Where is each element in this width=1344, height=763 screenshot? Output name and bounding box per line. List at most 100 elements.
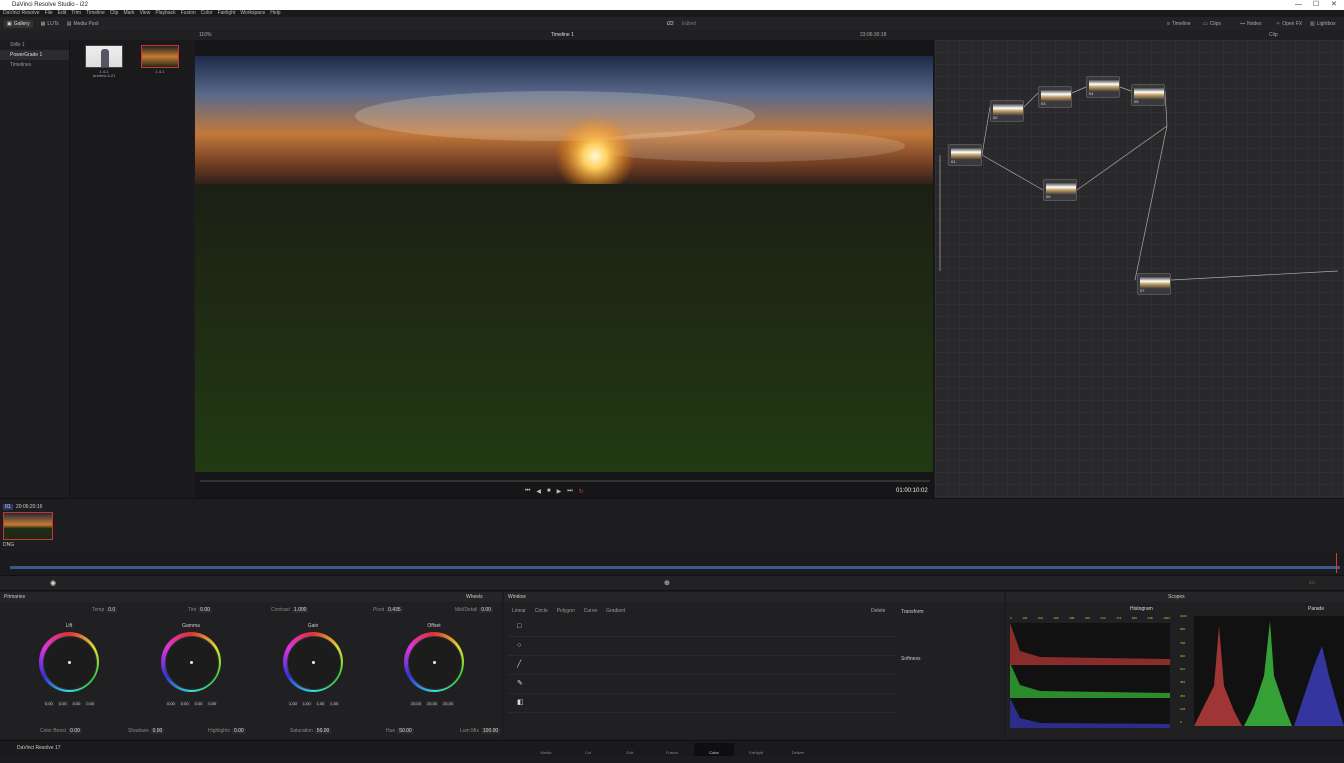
mini-timeline[interactable] (0, 551, 1344, 575)
media-pool-button[interactable]: ▤ Media Pool (67, 21, 99, 27)
menu-item[interactable]: Playback (155, 10, 175, 17)
hue-param[interactable]: Hue 50.00 (386, 728, 414, 734)
still-thumbnail[interactable] (141, 45, 179, 68)
scope-mode-histogram[interactable]: Histogram (1130, 606, 1153, 612)
gamma-g[interactable]: 0.00 (193, 701, 204, 706)
delete-button[interactable]: Delete (871, 608, 885, 614)
hue-value[interactable]: 50.00 (397, 728, 414, 734)
highlights-param[interactable]: Highlights 0.00 (208, 728, 246, 734)
node-03[interactable]: 03 (1038, 86, 1072, 108)
gain-puck[interactable] (312, 661, 315, 664)
gamma-y[interactable]: 0.00 (166, 701, 176, 706)
offset-puck[interactable] (433, 661, 436, 664)
tab-gradient[interactable]: Gradient (606, 608, 625, 614)
window-row-circle[interactable]: ○ (508, 637, 898, 656)
colorboost-value[interactable]: 0.00 (68, 728, 82, 734)
gamma-puck[interactable] (190, 661, 193, 664)
gain-g[interactable]: 1.00 (315, 701, 326, 706)
loop-icon[interactable]: ↻ (579, 488, 584, 495)
open-fx-button[interactable]: ✧ Open FX (1276, 21, 1302, 27)
node-02[interactable]: 02 (990, 100, 1024, 122)
timeline-button[interactable]: ≡ Timeline (1167, 21, 1191, 27)
colorboost-param[interactable]: Color Boost 0.00 (40, 728, 82, 734)
pivot-param[interactable]: Pivot 0.435 (373, 607, 403, 613)
lift-puck[interactable] (68, 661, 71, 664)
maximize-icon[interactable]: ☐ (1313, 0, 1319, 10)
skip-back-icon[interactable]: ⏮ (525, 488, 530, 495)
tint-value[interactable]: 0.00 (198, 607, 212, 613)
menu-item[interactable]: File (45, 10, 53, 17)
menu-item[interactable]: Timeline (86, 10, 105, 17)
offset-r[interactable]: 25.00 (410, 701, 423, 706)
shadows-param[interactable]: Shadows 0.00 (128, 728, 165, 734)
gain-y[interactable]: 1.00 (288, 701, 298, 706)
node-06[interactable]: 06 (1043, 179, 1077, 201)
luts-button[interactable]: ▦ LUTs (41, 21, 59, 27)
tab-circle[interactable]: Circle (535, 608, 548, 614)
menu-item[interactable]: Trim (71, 10, 81, 17)
menu-item[interactable]: Clip (110, 10, 119, 17)
stop-icon[interactable]: ■ (547, 488, 551, 495)
pivot-value[interactable]: 0.435 (386, 607, 403, 613)
lift-wheel[interactable] (39, 632, 99, 692)
lift-r[interactable]: 0.00 (57, 701, 68, 706)
highlights-value[interactable]: 0.00 (231, 728, 246, 734)
gamma-b[interactable]: 0.00 (207, 701, 218, 706)
page-deliver[interactable]: Deliver (778, 743, 818, 756)
page-fusion[interactable]: Fusion (652, 743, 692, 756)
saturation-param[interactable]: Saturation 50.00 (290, 728, 332, 734)
sidebar-item-stills[interactable]: Stills 1 (0, 40, 69, 50)
play-reverse-icon[interactable]: ◀ (536, 488, 541, 495)
page-edit[interactable]: Edit (610, 743, 650, 756)
gain-b[interactable]: 1.00 (329, 701, 340, 706)
still-thumbnail[interactable] (85, 45, 123, 68)
timeline-name[interactable]: Timeline 1 (551, 30, 574, 40)
node-01[interactable]: 01 (948, 144, 982, 166)
page-cut[interactable]: Cut (568, 743, 608, 756)
viewer-scrubber[interactable] (200, 480, 930, 482)
window-tool-icon[interactable]: ⊕ (664, 579, 670, 587)
gamma-r[interactable]: 0.00 (179, 701, 190, 706)
clips-button[interactable]: ▭ Clips (1203, 21, 1221, 27)
node-05[interactable]: 05 (1131, 84, 1165, 106)
playhead[interactable] (1336, 553, 1337, 573)
menu-item[interactable]: Fairlight (218, 10, 236, 17)
timeline-track[interactable] (10, 566, 1340, 569)
node-07[interactable]: 07 (1137, 273, 1171, 295)
menu-item[interactable]: Edit (58, 10, 67, 17)
menu-item[interactable]: View (140, 10, 151, 17)
lightbox-button[interactable]: ▥ Lightbox (1310, 21, 1336, 27)
zoom-level[interactable]: 110% (199, 30, 211, 40)
contrast-param[interactable]: Contrast 1.000 (271, 607, 309, 613)
node-mode[interactable]: Clip (1269, 30, 1278, 40)
window-row-pen[interactable]: ✎ (508, 675, 898, 694)
tab-curve[interactable]: Curve (584, 608, 597, 614)
temp-param[interactable]: Temp 0.0 (92, 607, 118, 613)
offset-wheel[interactable] (404, 632, 464, 692)
node-04[interactable]: 04 (1086, 76, 1120, 98)
tab-polygon[interactable]: Polygon (557, 608, 575, 614)
primaries-mode[interactable]: Wheels (466, 592, 483, 602)
page-color[interactable]: Color (694, 743, 734, 756)
gamma-wheel[interactable] (161, 632, 221, 692)
lift-b[interactable]: 0.00 (85, 701, 96, 706)
scope-mode-parade[interactable]: Parade (1308, 606, 1324, 612)
menu-item[interactable]: Mark (123, 10, 134, 17)
page-media[interactable]: Media (526, 743, 566, 756)
gain-r[interactable]: 1.00 (301, 701, 312, 706)
window-row-square[interactable]: □ (508, 618, 898, 637)
contrast-value[interactable]: 1.000 (291, 607, 309, 613)
offset-g[interactable]: 25.00 (426, 701, 439, 706)
close-icon[interactable]: ✕ (1331, 0, 1337, 10)
page-fairlight[interactable]: Fairlight (736, 743, 776, 756)
color-wheels-icon[interactable]: ◉ (50, 579, 56, 587)
lift-y[interactable]: 0.00 (44, 701, 54, 706)
sidebar-item-powergrade[interactable]: PowerGrade 1 (0, 50, 69, 60)
middetail-param[interactable]: Mid/Detail 0.00 (455, 607, 493, 613)
lummix-param[interactable]: Lum Mix 100.00 (460, 728, 501, 734)
gallery-button[interactable]: ▣ Gallery (4, 19, 33, 28)
menu-item[interactable]: DaVinci Resolve (3, 10, 40, 17)
middetail-value[interactable]: 0.00 (479, 607, 493, 613)
play-icon[interactable]: ▶ (557, 488, 562, 495)
window-row-gradient[interactable]: ◧ (508, 694, 898, 713)
